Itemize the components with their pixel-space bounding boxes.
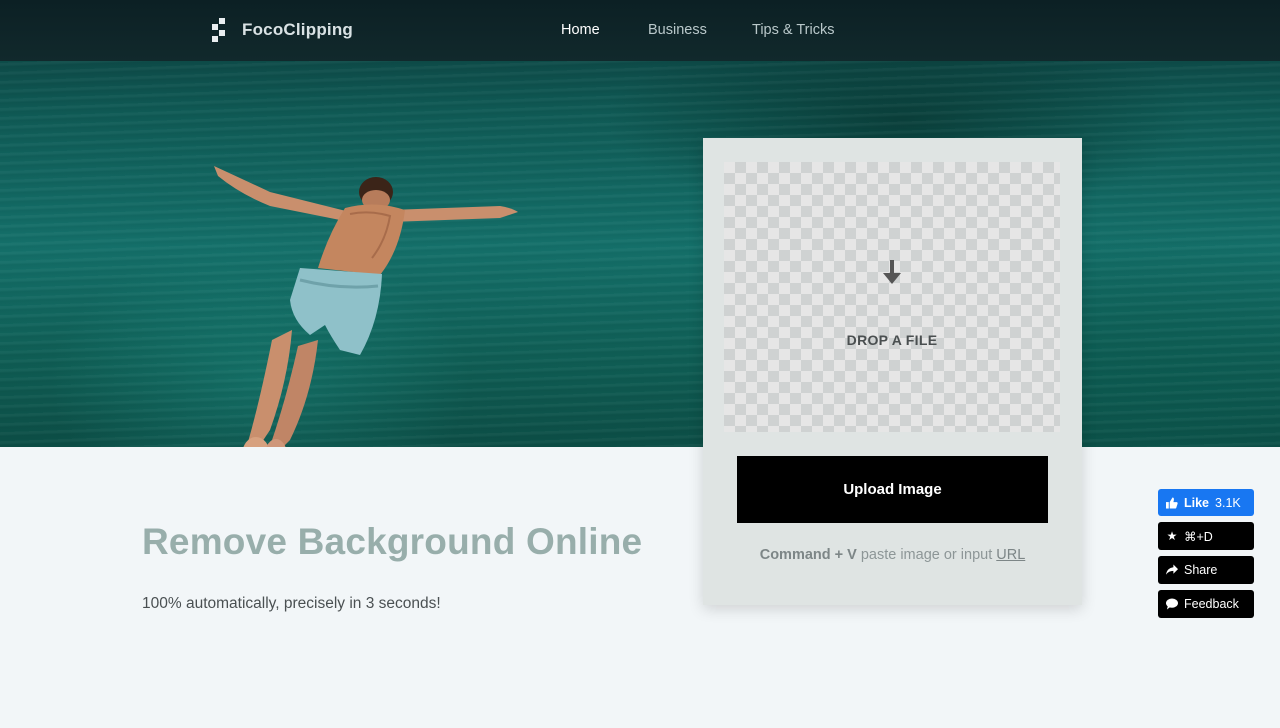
thumbs-up-icon: [1166, 496, 1178, 509]
diver-photo: [214, 166, 518, 447]
page-subheadline: 100% automatically, precisely in 3 secon…: [142, 595, 441, 612]
paste-hint: Command + V paste image or input URL: [703, 547, 1082, 563]
star-icon: ★: [1166, 529, 1178, 543]
share-label: Share: [1184, 563, 1218, 577]
nav-business[interactable]: Business: [648, 22, 707, 38]
bookmark-label: ⌘+D: [1184, 529, 1213, 544]
paste-shortcut: Command + V: [759, 547, 857, 563]
upload-card: DROP A FILE Upload Image Command + V pas…: [703, 138, 1082, 605]
share-button[interactable]: Share: [1158, 556, 1254, 584]
top-navbar: FocoClipping Home Business Tips & Tricks: [0, 0, 1280, 61]
site-logo[interactable]: FocoClipping: [212, 18, 353, 42]
download-arrow-icon: [883, 260, 901, 284]
like-label: Like: [1184, 495, 1210, 510]
hero-banner: [0, 0, 1280, 447]
speech-bubble-icon: [1166, 598, 1178, 610]
input-url-link[interactable]: URL: [996, 547, 1025, 563]
feedback-button[interactable]: Feedback: [1158, 590, 1254, 618]
facebook-like-button[interactable]: Like 3.1K: [1158, 489, 1254, 516]
drop-zone[interactable]: DROP A FILE: [724, 162, 1060, 432]
nav-tips-tricks[interactable]: Tips & Tricks: [752, 22, 834, 38]
share-arrow-icon: [1166, 564, 1178, 575]
logo-text: FocoClipping: [242, 20, 353, 39]
like-count: 3.1K: [1215, 495, 1241, 510]
paste-hint-text: paste image or input: [856, 547, 997, 563]
feedback-label: Feedback: [1184, 597, 1239, 611]
logo-icon: [212, 18, 232, 42]
upload-image-button[interactable]: Upload Image: [737, 456, 1048, 523]
drop-file-label: DROP A FILE: [846, 332, 938, 348]
bookmark-button[interactable]: ★ ⌘+D: [1158, 522, 1254, 550]
page-headline: Remove Background Online: [142, 521, 643, 562]
nav-home[interactable]: Home: [561, 22, 600, 38]
